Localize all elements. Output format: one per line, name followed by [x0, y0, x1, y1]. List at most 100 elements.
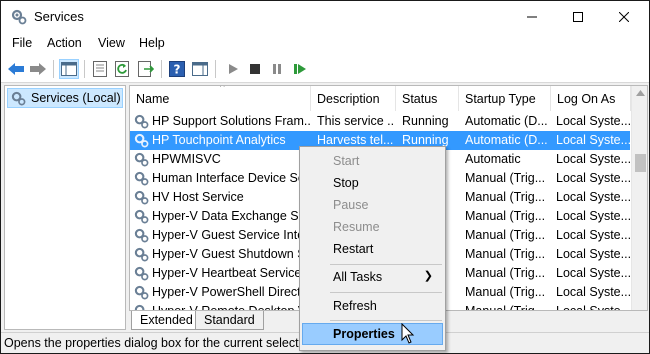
gear-icon	[134, 171, 149, 186]
cell-log-on-as: Local Syste...	[556, 190, 630, 204]
menu-bar: File Action View Help	[1, 33, 649, 55]
cell-startup-type: Manual (Trig...	[465, 209, 546, 223]
menu-file[interactable]: File	[12, 36, 32, 50]
menu-item-restart[interactable]: Restart	[302, 238, 443, 260]
gear-icon	[11, 9, 27, 25]
cell-status: Running	[402, 133, 449, 147]
cell-name: Hyper-V Guest Service Inter	[152, 228, 309, 242]
close-button[interactable]	[601, 1, 647, 33]
cell-log-on-as: Local Syste...	[556, 171, 630, 185]
gear-icon	[11, 91, 26, 105]
menu-item-refresh[interactable]: Refresh	[302, 295, 443, 317]
chevron-right-icon: ❯	[423, 270, 433, 282]
mouse-cursor-icon	[401, 323, 415, 344]
gear-icon	[134, 304, 145, 310]
cell-name: Human Interface Device Ser	[152, 171, 310, 185]
arrow-left-icon	[8, 63, 24, 75]
cell-startup-type: Automatic	[465, 152, 521, 166]
gear-icon	[134, 247, 149, 262]
column-header-status[interactable]: Status	[396, 86, 459, 111]
arrow-right-icon	[30, 63, 46, 75]
console-tree: Services (Local)	[4, 85, 126, 330]
cell-name: Hyper-V Guest Shutdown S	[152, 247, 306, 261]
pause-service-button[interactable]	[267, 59, 287, 79]
menu-item-properties[interactable]: Properties	[302, 323, 443, 345]
cell-description: Harvests tel...	[317, 133, 394, 147]
menu-item-start[interactable]: Start	[302, 150, 443, 172]
svg-text:?: ?	[174, 63, 181, 77]
gear-icon	[134, 266, 149, 281]
sort-caret-icon: ^	[220, 86, 225, 93]
scrollbar-thumb[interactable]	[635, 154, 646, 172]
title-bar[interactable]: Services	[1, 1, 649, 33]
cell-startup-type: Automatic (D...	[465, 133, 548, 147]
cell-startup-type: Manual (Trig...	[465, 285, 546, 299]
column-header-startup-type[interactable]: Startup Type	[459, 86, 551, 111]
menu-item-all-tasks[interactable]: All Tasks ❯	[302, 266, 443, 288]
cell-name: Hyper-V Data Exchange Ser	[152, 209, 310, 223]
cell-log-on-as: Local Syste...	[556, 114, 630, 128]
cell-status: Running	[402, 114, 449, 128]
console-tree-icon	[61, 62, 77, 76]
cell-startup-type: Manual (Trig...	[465, 190, 546, 204]
gear-icon	[134, 228, 149, 243]
context-menu: Start Stop Pause Resume Restart All Task…	[299, 146, 446, 351]
play-icon	[229, 64, 238, 74]
cell-name: HPWMISVC	[152, 152, 221, 166]
cell-log-on-as: Local Syste...	[556, 304, 630, 311]
menu-action[interactable]: Action	[47, 36, 82, 50]
help-icon: ?	[169, 61, 185, 77]
cell-name: Hyper-V Heartbeat Service	[152, 266, 302, 280]
column-header-name[interactable]: Name ^	[130, 86, 311, 111]
column-header-description[interactable]: Description	[311, 86, 396, 111]
tree-item-label: Services (Local)	[31, 91, 121, 105]
start-service-button[interactable]	[223, 59, 243, 79]
gear-icon	[134, 152, 149, 167]
refresh-toolbar-button[interactable]	[113, 59, 133, 79]
maximize-button[interactable]	[555, 1, 601, 33]
cell-name: HP Touchpoint Analytics	[152, 133, 286, 147]
cell-startup-type: Manual (Trig...	[465, 304, 546, 311]
minimize-icon	[527, 16, 537, 18]
cell-startup-type: Manual (Trig...	[465, 228, 546, 242]
tree-item-services-local[interactable]: Services (Local)	[7, 88, 123, 108]
cell-name: Hyper-V Remote Desktop V	[152, 304, 307, 311]
restart-icon	[294, 64, 306, 74]
help-button[interactable]: ?	[167, 59, 187, 79]
cell-name: HV Host Service	[152, 190, 244, 204]
tab-extended[interactable]: Extended	[131, 311, 202, 330]
services-window: Services File Action View Help ? Service…	[0, 0, 650, 354]
properties-toolbar-button[interactable]	[90, 59, 110, 79]
show-hide-console-tree-button[interactable]	[59, 59, 79, 79]
cell-name: HP Support Solutions Fram...	[152, 114, 310, 128]
stop-service-button[interactable]	[245, 59, 265, 79]
menu-view[interactable]: View	[98, 36, 125, 50]
menu-separator	[330, 320, 442, 321]
cell-log-on-as: Local Syste...	[556, 133, 630, 147]
action-pane-button[interactable]	[190, 59, 210, 79]
minimize-button[interactable]	[509, 1, 555, 33]
back-button[interactable]	[6, 59, 26, 79]
menu-item-stop[interactable]: Stop	[302, 172, 443, 194]
cell-log-on-as: Local Syste...	[556, 285, 630, 299]
cell-log-on-as: Local Syste...	[556, 228, 630, 242]
menu-item-pause[interactable]: Pause	[302, 194, 443, 216]
cell-startup-type: Automatic (D...	[465, 114, 548, 128]
tab-standard[interactable]: Standard	[195, 311, 264, 330]
cell-name: Hyper-V PowerShell Direct	[152, 285, 301, 299]
export-list-button[interactable]	[136, 59, 156, 79]
cell-log-on-as: Local Syste...	[556, 247, 630, 261]
refresh-icon	[115, 61, 129, 77]
gear-icon	[134, 285, 149, 300]
menu-item-resume[interactable]: Resume	[302, 216, 443, 238]
vertical-scrollbar[interactable]	[631, 86, 647, 310]
menu-separator	[330, 292, 442, 293]
gear-icon	[134, 114, 149, 129]
column-header-log-on-as[interactable]: Log On As	[551, 86, 631, 111]
table-row[interactable]: HP Support Solutions Fram... This service…	[130, 112, 630, 131]
toolbar: ?	[1, 55, 649, 83]
menu-help[interactable]: Help	[139, 36, 165, 50]
menu-separator	[330, 264, 442, 265]
restart-service-button[interactable]	[290, 59, 310, 79]
forward-button[interactable]	[28, 59, 48, 79]
